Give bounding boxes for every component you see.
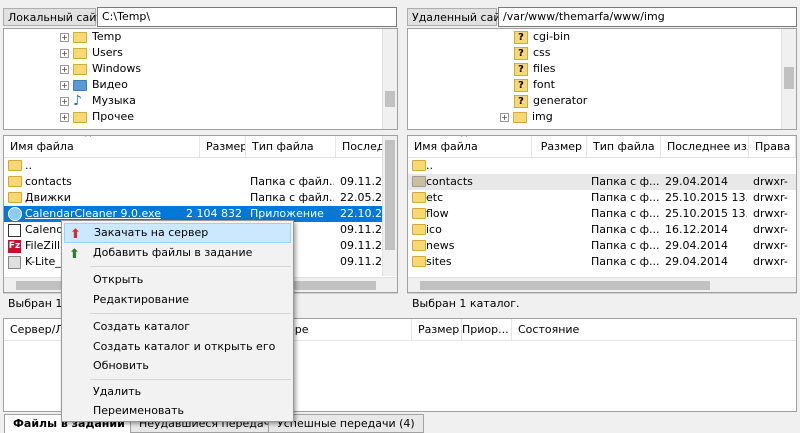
tree-item[interactable]: + Windows: [60, 61, 141, 77]
file-row[interactable]: ..: [408, 158, 796, 174]
menu-separator: [90, 379, 291, 380]
local-list-scrollbar[interactable]: [382, 136, 397, 276]
column-name[interactable]: Имя файла: [408, 136, 532, 158]
scroll-thumb[interactable]: [385, 140, 395, 250]
remote-status: Выбран 1 каталог.: [407, 293, 797, 313]
scroll-thumb[interactable]: [385, 91, 395, 107]
local-path-input[interactable]: C:\Temp\: [97, 7, 397, 27]
local-tree[interactable]: + Temp + Users + Windows + Видео + ♪ Музыка + П…: [3, 28, 398, 130]
expand-icon[interactable]: +: [60, 64, 69, 74]
file-row[interactable]: contactsПапка с файл...09.11.2015: [4, 174, 384, 190]
menu-separator: [90, 313, 291, 314]
unknown-folder-icon: ?: [514, 62, 528, 76]
column-date[interactable]: Последнее из...: [661, 136, 749, 158]
column-type[interactable]: Тип файла: [246, 136, 336, 158]
column-status[interactable]: Состояние: [512, 319, 796, 341]
remote-path-input[interactable]: /var/www/themarfa/www/img: [498, 7, 797, 27]
music-icon: ♪: [73, 93, 82, 109]
scroll-thumb[interactable]: [420, 281, 710, 290]
remote-list-hscrollbar[interactable]: [408, 277, 796, 292]
file-row[interactable]: ico Папка с ф... 16.12.2014 drwxr-: [408, 222, 796, 238]
tree-item[interactable]: + Видео: [60, 77, 128, 93]
column-date[interactable]: Последн: [336, 136, 386, 158]
menu-open[interactable]: Открыть: [64, 270, 291, 290]
remote-site-label: Удаленный сайт:: [407, 8, 511, 26]
sort-icon: ^: [460, 135, 469, 144]
unknown-folder-icon: ?: [514, 94, 528, 108]
installer-icon: [8, 256, 21, 269]
remote-tree[interactable]: ? cgi-bin ? css ? files ? font ? generator + i…: [407, 28, 797, 130]
menu-rename[interactable]: Переименовать: [64, 401, 291, 421]
tree-item[interactable]: ? font: [514, 77, 555, 93]
calendar-icon: [8, 224, 21, 237]
file-row[interactable]: ДвижкиПапка с файл...22.05.2015: [4, 190, 384, 206]
expand-icon[interactable]: +: [500, 112, 509, 122]
unknown-folder-icon: ?: [514, 46, 528, 60]
tree-item[interactable]: ? files: [514, 61, 555, 77]
folder-icon: [73, 47, 87, 59]
sort-icon: ^: [84, 135, 93, 144]
folder-icon: [8, 192, 22, 203]
column-size[interactable]: Размер: [200, 136, 246, 158]
remote-file-list[interactable]: Имя файла ^ Размер Тип файла Последнее и…: [407, 135, 797, 293]
unknown-folder-icon: ?: [514, 30, 528, 44]
expand-icon[interactable]: +: [60, 32, 69, 42]
scroll-thumb[interactable]: [784, 67, 794, 89]
filezilla-icon: Fz: [8, 240, 21, 253]
menu-refresh[interactable]: Обновить: [64, 356, 291, 376]
tree-item[interactable]: + ♪ Музыка: [60, 93, 136, 109]
video-icon: [73, 79, 87, 91]
tree-item[interactable]: ? generator: [514, 93, 587, 109]
column-direction[interactable]: ере: [282, 319, 412, 341]
expand-icon[interactable]: +: [60, 112, 69, 122]
menu-delete[interactable]: Удалить: [64, 382, 291, 402]
tree-item[interactable]: ? css: [514, 45, 551, 61]
folder-icon: [73, 63, 87, 75]
folder-icon: [8, 176, 22, 187]
remote-column-header: Имя файла ^ Размер Тип файла Последнее и…: [408, 136, 796, 158]
context-menu: ⬆ Закачать на сервер ⬆ Добавить файлы в за…: [61, 220, 294, 422]
file-row-selected[interactable]: contacts Папка с ф... 29.04.2014 drwxr-: [408, 174, 796, 190]
app-icon: [8, 207, 22, 221]
folder-icon: [73, 31, 87, 43]
tree-item[interactable]: + Users: [60, 45, 123, 61]
local-tree-scrollbar[interactable]: [382, 29, 397, 129]
add-queue-icon: ⬆: [69, 247, 80, 262]
column-permissions[interactable]: Права: [749, 136, 796, 158]
column-size[interactable]: Размер: [412, 319, 462, 341]
tree-item[interactable]: ? cgi-bin: [514, 29, 570, 45]
column-size[interactable]: Размер: [532, 136, 587, 158]
menu-create-folder-open[interactable]: Создать каталог и открыть его: [64, 337, 291, 357]
menu-upload[interactable]: ⬆ Закачать на сервер: [64, 223, 291, 243]
local-site-label: Локальный сайт:: [3, 8, 106, 26]
remote-tree-scrollbar[interactable]: [781, 29, 796, 129]
local-column-header: Имя файла ^ Размер Тип файла Последн: [4, 136, 397, 158]
column-type[interactable]: Тип файла: [587, 136, 661, 158]
expand-icon[interactable]: +: [60, 48, 69, 58]
column-name[interactable]: Имя файла: [4, 136, 200, 158]
upload-arrow-icon: ⬆: [70, 227, 81, 242]
menu-edit[interactable]: Редактирование: [64, 290, 291, 310]
unknown-folder-icon: ?: [514, 78, 528, 92]
column-priority[interactable]: Приор...: [456, 319, 512, 341]
expand-icon[interactable]: +: [60, 96, 69, 106]
tree-item[interactable]: + img: [500, 109, 553, 125]
tree-item[interactable]: + Прочее: [60, 109, 134, 125]
file-row[interactable]: flow Папка с ф... 25.10.2015 13... drwxr-: [408, 206, 796, 222]
expand-icon[interactable]: +: [60, 80, 69, 90]
file-row[interactable]: news Папка с ф... 29.04.2014 drwxr-: [408, 238, 796, 254]
folder-icon: [513, 111, 527, 123]
file-row[interactable]: sites Папка с ф... 29.04.2014 drwxr-: [408, 254, 796, 270]
folder-icon: [73, 111, 87, 123]
file-row[interactable]: ..: [4, 158, 384, 174]
menu-add-to-queue[interactable]: ⬆ Добавить файлы в задание: [64, 243, 291, 263]
menu-create-folder[interactable]: Создать каталог: [64, 317, 291, 337]
folder-icon: [8, 160, 22, 171]
file-row[interactable]: etc Папка с ф... 25.10.2015 13... drwxr-: [408, 190, 796, 206]
menu-separator: [90, 266, 291, 267]
tree-item[interactable]: + Temp: [60, 29, 121, 45]
